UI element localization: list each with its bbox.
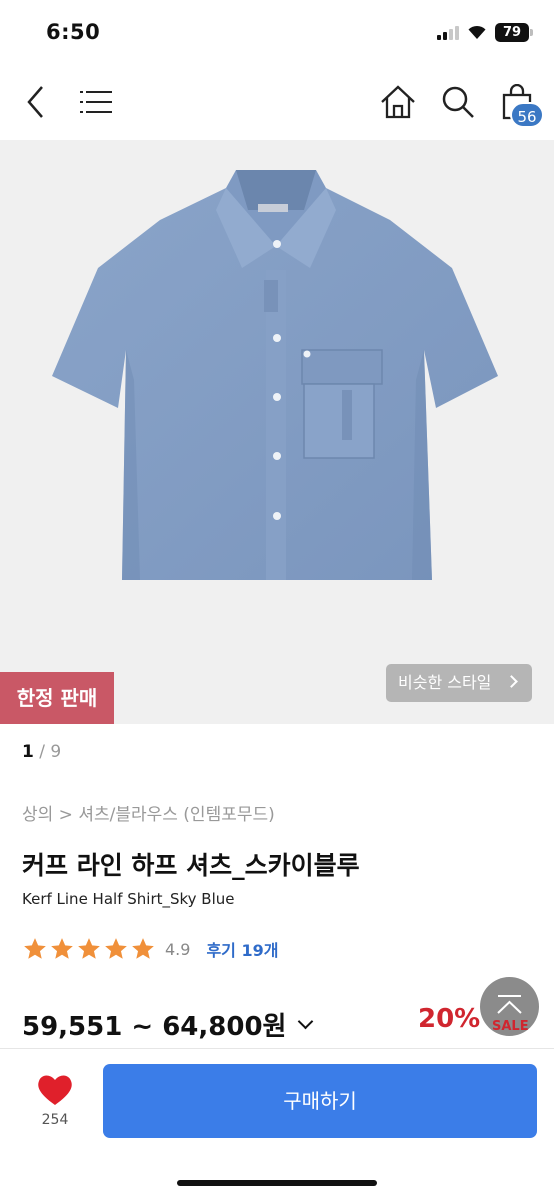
product-title-kr: 커프 라인 하프 셔츠_스카이블루 [22, 851, 360, 880]
sale-label: SALE [492, 1019, 529, 1034]
similar-style-button[interactable]: 비슷한 스타일 [386, 664, 532, 702]
back-icon[interactable] [24, 84, 48, 120]
cart-count-badge: 56 [510, 102, 544, 128]
pager-total: 9 [50, 742, 62, 762]
chevron-down-icon[interactable] [298, 1013, 314, 1029]
rating-row: 4.9 후기 19개 [22, 934, 278, 964]
chevron-right-icon [505, 675, 518, 688]
star-icon [132, 938, 154, 959]
price-range: 59,551 ~ 64,800원 [22, 1011, 287, 1042]
menu-icon[interactable] [80, 88, 112, 116]
star-icon [51, 938, 73, 959]
rating-stars [22, 936, 157, 962]
battery-indicator: 79 [495, 23, 529, 42]
shirt-illustration [52, 170, 498, 580]
cellular-signal-icon [437, 26, 461, 40]
buy-button[interactable]: 구매하기 [103, 1064, 537, 1138]
discount-rate: 20% [418, 1004, 481, 1034]
battery-tip [530, 29, 533, 36]
like-count: 254 [41, 1112, 69, 1128]
star-icon [24, 938, 46, 959]
image-pager: 1 / 9 [22, 742, 61, 762]
similar-style-label: 비슷한 스타일 [398, 673, 492, 692]
pager-separator: / [39, 742, 51, 762]
home-icon[interactable] [380, 84, 416, 120]
heart-icon [38, 1075, 72, 1105]
status-time: 6:50 [46, 20, 101, 44]
home-indicator [177, 1180, 377, 1186]
price-row[interactable]: 59,551 ~ 64,800원 [22, 1004, 314, 1044]
wifi-icon [468, 25, 486, 39]
pager-current: 1 [22, 742, 34, 762]
star-icon [78, 938, 100, 959]
breadcrumb[interactable]: 상의 > 셔츠/블라우스 (인템포무드) [22, 800, 275, 825]
rating-value: 4.9 [165, 939, 191, 959]
search-icon[interactable] [440, 84, 476, 120]
status-bar: 6:50 79 [0, 0, 554, 66]
product-title-en: Kerf Line Half Shirt_Sky Blue [22, 890, 235, 908]
product-image[interactable] [0, 140, 554, 724]
star-icon [105, 938, 127, 959]
limited-sale-badge: 한정 판매 [0, 672, 114, 724]
review-count-link[interactable]: 후기 19개 [206, 937, 278, 961]
